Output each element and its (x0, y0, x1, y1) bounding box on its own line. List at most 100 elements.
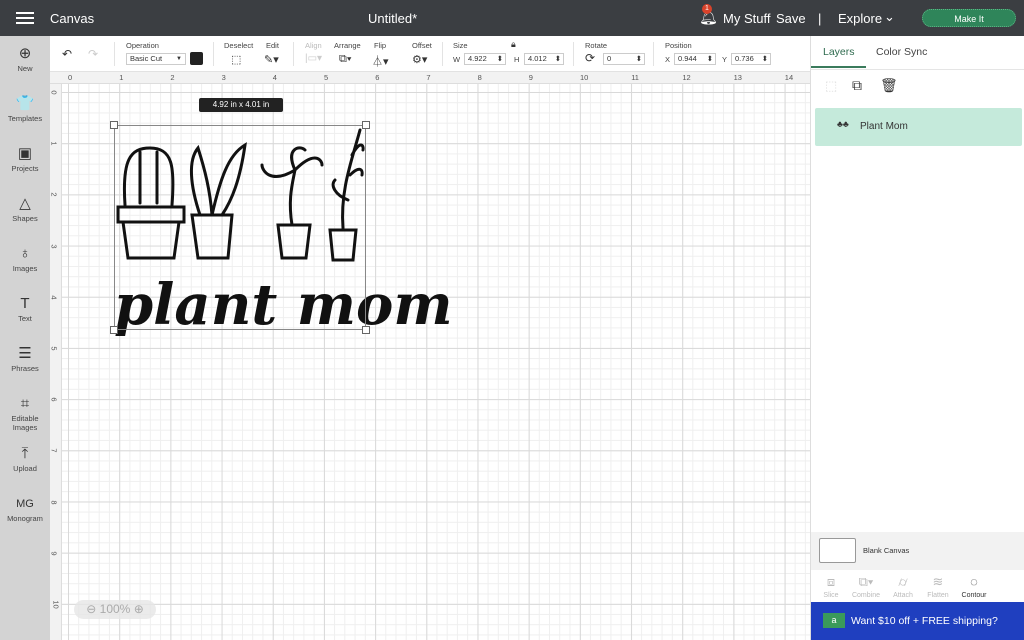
rotate-icon[interactable]: ⟳ (585, 51, 595, 65)
make-it-button[interactable]: Make It (922, 9, 1016, 27)
undo-icon[interactable]: ↶ (62, 47, 72, 61)
layers-panel: Layers Color Sync ⬚ ⧉ 🗑︎ ♣♣ Plant Mom Bl… (810, 36, 1024, 640)
sidebar-item-monogram[interactable]: MG Monogram (0, 494, 50, 523)
contour-button[interactable]: ◌ Contour (954, 574, 994, 599)
zoom-level: 100% (99, 602, 131, 616)
stepper-icon[interactable]: ⬍ (497, 54, 503, 64)
resize-handle[interactable] (362, 121, 370, 129)
resize-handle[interactable] (110, 326, 118, 334)
deselect-icon[interactable]: ⬚ (231, 53, 241, 66)
combine-button[interactable]: ⧉▾ Combine (846, 574, 886, 599)
explore-menu[interactable]: Explore (838, 11, 882, 26)
sidebar-item-label: Phrases (11, 364, 39, 373)
resize-handle[interactable] (110, 121, 118, 129)
ruler-tick-label: 1 (49, 141, 59, 146)
text-icon: T (20, 295, 30, 312)
tab-color-sync[interactable]: Color Sync (876, 46, 927, 58)
slice-button[interactable]: ⧈ Slice (811, 574, 851, 599)
tab-layers[interactable]: Layers (823, 46, 855, 58)
horizontal-ruler: 0 1 2 3 4 5 6 7 8 9 10 11 12 13 14 (50, 72, 810, 84)
ruler-tick-label: 4 (272, 73, 277, 82)
selection-box[interactable] (114, 125, 366, 330)
sidebar-item-label: Images (12, 264, 38, 273)
rotate-label: Rotate (585, 41, 608, 50)
divider (653, 42, 654, 66)
operation-label: Operation (126, 41, 159, 50)
sidebar-item-upload[interactable]: ⤒ Upload (0, 444, 50, 473)
pencil-icon[interactable]: ✎▾ (264, 53, 279, 66)
flatten-button[interactable]: ≋ Flatten (918, 574, 958, 599)
upload-icon: ⤒ (21, 445, 29, 462)
arrange-label: Arrange (334, 41, 361, 50)
width-input[interactable]: 4.922 ⬍ (464, 53, 506, 65)
sidebar-item-projects[interactable]: ▣ Projects (0, 144, 50, 173)
sidebar-item-label: New (17, 64, 33, 73)
arrange-icon[interactable]: ⧉▾ (339, 53, 351, 66)
align-label: Align (305, 41, 322, 50)
resize-handle[interactable] (362, 326, 370, 334)
flip-icon[interactable]: ⏃▾ (372, 53, 389, 69)
document-title[interactable]: Untitled* (368, 11, 417, 26)
divider (573, 42, 574, 66)
ruler-tick-label: 9 (528, 73, 533, 82)
stepper-icon[interactable]: ⬍ (636, 54, 642, 64)
hamburger-menu-icon[interactable] (16, 12, 34, 24)
ruler-tick-label: 9 (49, 551, 59, 556)
shapes-icon: △ (19, 195, 31, 212)
y-input[interactable]: 0.736 ⬍ (731, 53, 771, 65)
contour-label: Contour (961, 592, 987, 599)
save-button[interactable]: Save (776, 11, 806, 26)
monogram-icon: MG (16, 498, 34, 510)
layer-item[interactable]: ♣♣ Plant Mom (815, 108, 1022, 146)
zoom-in-icon[interactable]: ⊕ (134, 602, 144, 616)
dropdown-arrow-icon: ▼ (176, 56, 182, 62)
sidebar-item-label: Text (18, 314, 32, 323)
color-swatch[interactable] (190, 52, 203, 65)
offset-icon[interactable]: ⚙▾ (412, 53, 427, 66)
chevron-down-icon[interactable]: ⌄ (884, 9, 895, 25)
attach-button[interactable]: ⌭ Attach (883, 574, 923, 599)
flatten-label: Flatten (927, 592, 949, 599)
height-label: H (514, 55, 520, 64)
height-input[interactable]: 4.012 ⬍ (524, 53, 564, 65)
sidebar-item-templates[interactable]: 👕 Templates (0, 94, 50, 123)
stepper-icon[interactable]: ⬍ (762, 54, 768, 64)
sidebar-item-label: Editable Images (11, 414, 39, 432)
sidebar-item-shapes[interactable]: △ Shapes (0, 194, 50, 223)
flatten-icon: ≋ (932, 574, 944, 589)
ruler-tick-label: 3 (221, 73, 226, 82)
left-sidebar: ⊕ New 👕 Templates ▣ Projects △ Shapes ♁ Images T Te… (0, 36, 50, 640)
ruler-tick-label: 5 (49, 346, 59, 351)
stepper-icon[interactable]: ⬍ (555, 54, 561, 64)
x-value: 0.944 (678, 54, 697, 63)
top-bar: Canvas Untitled* 🔔︎ 1 My Stuff Save | Ex… (0, 0, 1024, 36)
stepper-icon[interactable]: ⬍ (707, 54, 713, 64)
ruler-tick-label: 10 (51, 600, 61, 609)
size-label: Size (453, 41, 468, 50)
lock-icon[interactable]: 🔒︎ (511, 39, 516, 50)
sidebar-item-phrases[interactable]: ☰ Phrases (0, 344, 50, 373)
ruler-tick-label: 0 (68, 73, 73, 82)
align-icon[interactable]: |▭▾ (305, 53, 322, 64)
ruler-tick-label: 8 (477, 73, 482, 82)
trash-icon[interactable]: 🗑︎ (880, 77, 898, 94)
sidebar-item-images[interactable]: ♁ Images (0, 244, 50, 273)
ruler-tick-label: 14 (784, 73, 794, 82)
sidebar-item-editable-images[interactable]: ⌗ Editable Images (0, 394, 50, 432)
duplicate-icon[interactable]: ⧉ (852, 77, 862, 94)
zoom-out-icon[interactable]: ⊖ (86, 602, 96, 616)
my-stuff-link[interactable]: My Stuff (723, 11, 770, 26)
rotate-input[interactable]: 0 ⬍ (603, 53, 645, 65)
canvas-thumbnail (819, 538, 856, 563)
divider (213, 42, 214, 66)
redo-icon[interactable]: ↷ (88, 47, 98, 61)
sidebar-item-text[interactable]: T Text (0, 294, 50, 323)
operation-select[interactable]: Basic Cut ▼ (126, 53, 186, 65)
sidebar-item-new[interactable]: ⊕ New (0, 44, 50, 73)
promo-banner[interactable]: a Want $10 off + FREE shipping? (811, 602, 1024, 640)
group-icon[interactable]: ⬚ (825, 78, 837, 94)
ruler-tick-label: 0 (49, 90, 59, 95)
ruler-tick-label: 8 (49, 500, 59, 505)
blank-canvas-row[interactable]: Blank Canvas (811, 532, 1024, 570)
x-input[interactable]: 0.944 ⬍ (674, 53, 716, 65)
